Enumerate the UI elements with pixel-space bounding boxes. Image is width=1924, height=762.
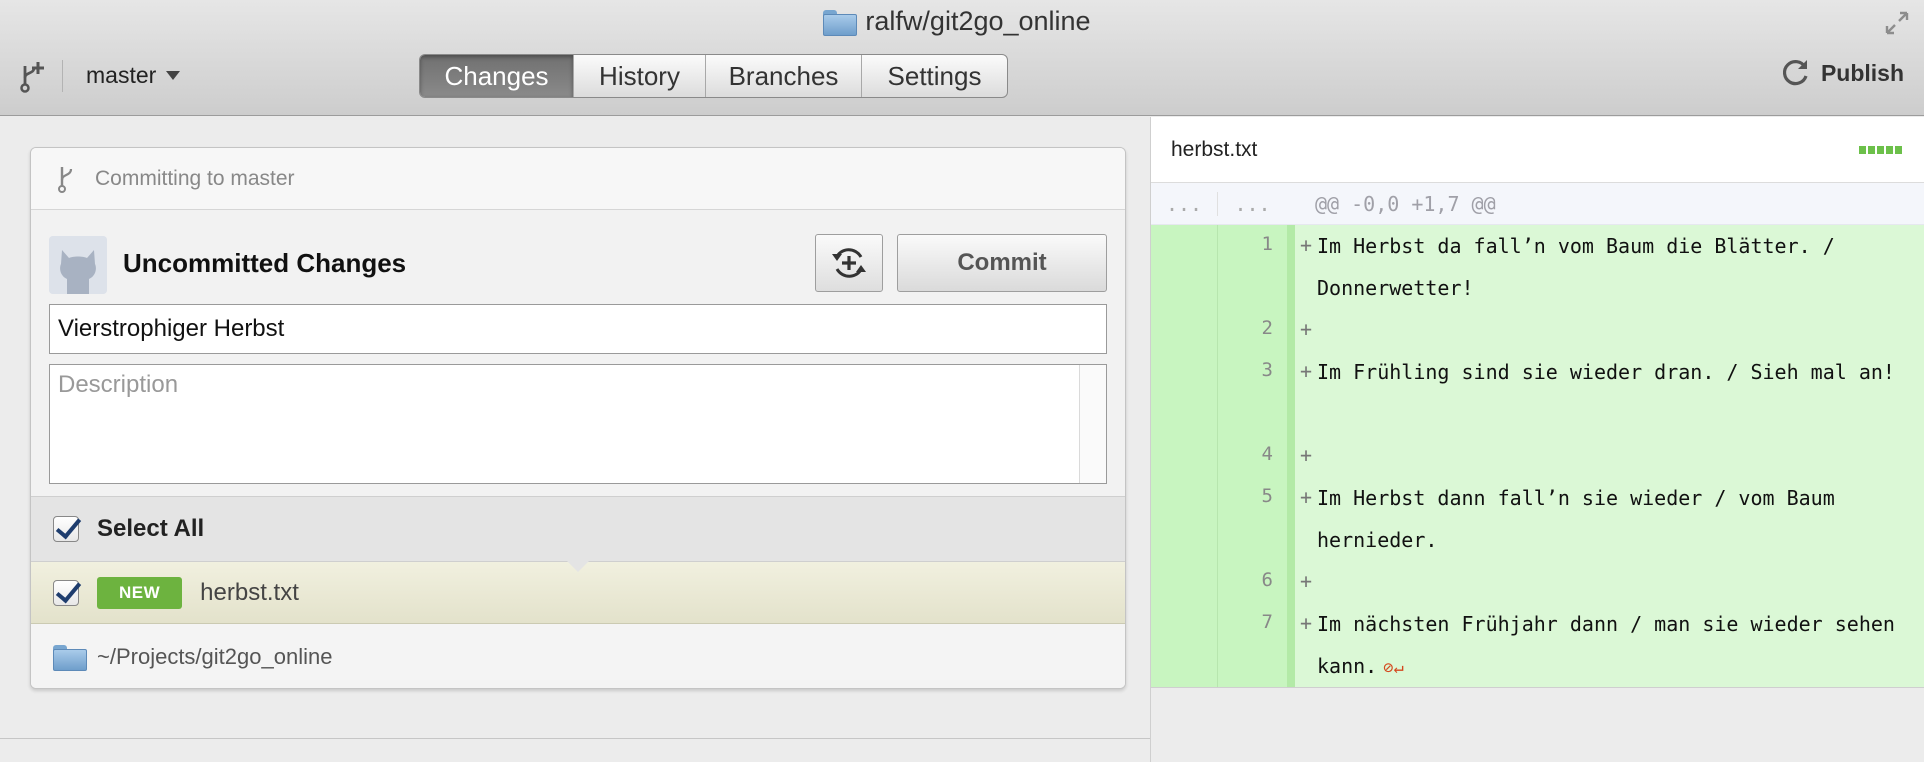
diff-line-text: Im Herbst da fall’n vom Baum die Blätter… [1317, 217, 1924, 309]
new-line-number: 7 [1217, 603, 1287, 687]
commit-form: Uncommitted Changes Commit [31, 210, 1125, 496]
old-line-number [1151, 435, 1217, 477]
tab-history[interactable]: History [573, 55, 705, 97]
branch-name: master [86, 62, 157, 88]
diff-line: 5 + Im Herbst dann fall’n sie wieder / vom… [1151, 477, 1924, 561]
status-badge: NEW [97, 576, 183, 609]
select-all-label: Select All [97, 515, 205, 542]
old-line-number [1151, 603, 1217, 687]
add-repository-icon[interactable] [18, 58, 48, 94]
new-line-number: 4 [1217, 435, 1287, 477]
new-line-gutter: ... [1217, 191, 1287, 216]
file-list-item[interactable]: NEW herbst.txt [31, 561, 1125, 624]
added-marker [1287, 309, 1295, 351]
added-marker [1287, 351, 1295, 435]
added-marker [1287, 225, 1295, 309]
diff-sign: + [1299, 359, 1313, 383]
old-line-gutter: ... [1165, 191, 1203, 216]
select-all-checkbox[interactable] [53, 516, 79, 542]
new-line-number: 2 [1217, 309, 1287, 351]
view-tabs: Changes History Branches Settings [419, 54, 1008, 98]
divider [0, 738, 1150, 739]
fullscreen-icon[interactable] [1884, 10, 1910, 36]
window-title-text: ralfw/git2go_online [865, 6, 1091, 36]
chevron-down-icon [166, 71, 181, 80]
committing-bar: Committing to master [31, 148, 1125, 210]
avatar [49, 236, 107, 294]
diff-pane: herbst.txt ... ... @@ -0,0 +1,7 @@ 1 + Im … [1150, 117, 1924, 762]
file-checkbox[interactable] [53, 579, 79, 606]
diff-line-content: Im Frühling sind sie wieder dran. / Sieh… [1317, 360, 1895, 384]
tab-settings[interactable]: Settings [861, 55, 1007, 97]
tab-changes[interactable]: Changes [420, 55, 573, 97]
old-line-number [1151, 561, 1217, 603]
new-line-number: 3 [1217, 351, 1287, 435]
added-marker [1287, 603, 1295, 687]
sync-icon [1782, 60, 1808, 86]
description-scrollbar[interactable] [1079, 365, 1106, 483]
changes-pane: Committing to master Uncommitted Changes [0, 117, 1150, 762]
new-line-number: 5 [1217, 477, 1287, 561]
folder-icon [823, 9, 858, 36]
refresh-plus-icon [832, 248, 866, 278]
branch-icon [58, 166, 73, 193]
committing-to-label: Committing to master [95, 166, 295, 190]
select-all-row[interactable]: Select All [31, 496, 1125, 562]
diff-body: ... ... @@ -0,0 +1,7 @@ 1 + Im Herbst da f… [1151, 183, 1924, 688]
publish-label: Publish [1820, 59, 1904, 86]
toolbar: ralfw/git2go_online master Changes Histo… [0, 0, 1924, 116]
tab-branches[interactable]: Branches [705, 55, 861, 97]
diff-sign: + [1299, 485, 1313, 509]
added-marker [1287, 561, 1295, 603]
diff-line-text: Im Herbst dann fall’n sie wieder / vom B… [1317, 469, 1924, 561]
old-line-number [1151, 309, 1217, 351]
hunk-header: @@ -0,0 +1,7 @@ [1315, 191, 1496, 216]
commit-heading: Uncommitted Changes [123, 248, 407, 278]
file-name: herbst.txt [200, 578, 299, 606]
diff-line-content: Im Herbst da fall’n vom Baum die Blätter… [1317, 234, 1847, 300]
new-line-number: 1 [1217, 225, 1287, 309]
repository-path-label: ~/Projects/git2go_online [97, 644, 333, 669]
branch-selector[interactable]: master [86, 62, 181, 89]
folder-icon [53, 645, 87, 671]
diff-sign: + [1299, 569, 1313, 593]
commit-button[interactable]: Commit [897, 234, 1107, 292]
diff-line: 1 + Im Herbst da fall’n vom Baum die Blätt… [1151, 225, 1924, 309]
no-newline-icon: ⊘↵ [1383, 657, 1404, 678]
diff-line-text: Im nächsten Frühjahr dann / man sie wied… [1317, 595, 1924, 687]
commit-panel: Committing to master Uncommitted Changes [30, 147, 1126, 689]
diff-header: herbst.txt [1151, 117, 1924, 183]
sync-button[interactable] [815, 234, 883, 292]
diff-sign: + [1299, 443, 1313, 467]
added-marker [1287, 477, 1295, 561]
diff-file-name: herbst.txt [1171, 137, 1258, 161]
diff-line: 3 + Im Frühling sind sie wieder dran. / Si… [1151, 351, 1924, 435]
diff-line: 7 + Im nächsten Frühjahr dann / man sie wi… [1151, 603, 1924, 687]
diff-sign: + [1299, 317, 1313, 341]
diff-line-content: Im Herbst dann fall’n sie wieder / vom B… [1317, 486, 1847, 552]
window-title: ralfw/git2go_online [0, 6, 1924, 37]
old-line-number [1151, 225, 1217, 309]
commit-description-input[interactable] [49, 364, 1107, 484]
diff-end-line [1151, 687, 1924, 688]
diff-line-content: Im nächsten Frühjahr dann / man sie wied… [1317, 612, 1908, 678]
added-marker [1287, 435, 1295, 477]
diff-stat-indicator [1859, 146, 1902, 154]
old-line-number [1151, 351, 1217, 435]
diff-sign: + [1299, 611, 1313, 635]
old-line-number [1151, 477, 1217, 561]
repository-path[interactable]: ~/Projects/git2go_online [31, 624, 1125, 688]
toolbar-divider [62, 60, 63, 92]
publish-button[interactable]: Publish [1781, 58, 1904, 88]
new-line-number: 6 [1217, 561, 1287, 603]
diff-sign: + [1299, 233, 1313, 257]
diff-line-text: Im Frühling sind sie wieder dran. / Sieh… [1317, 343, 1924, 435]
commit-summary-input[interactable] [49, 304, 1107, 354]
